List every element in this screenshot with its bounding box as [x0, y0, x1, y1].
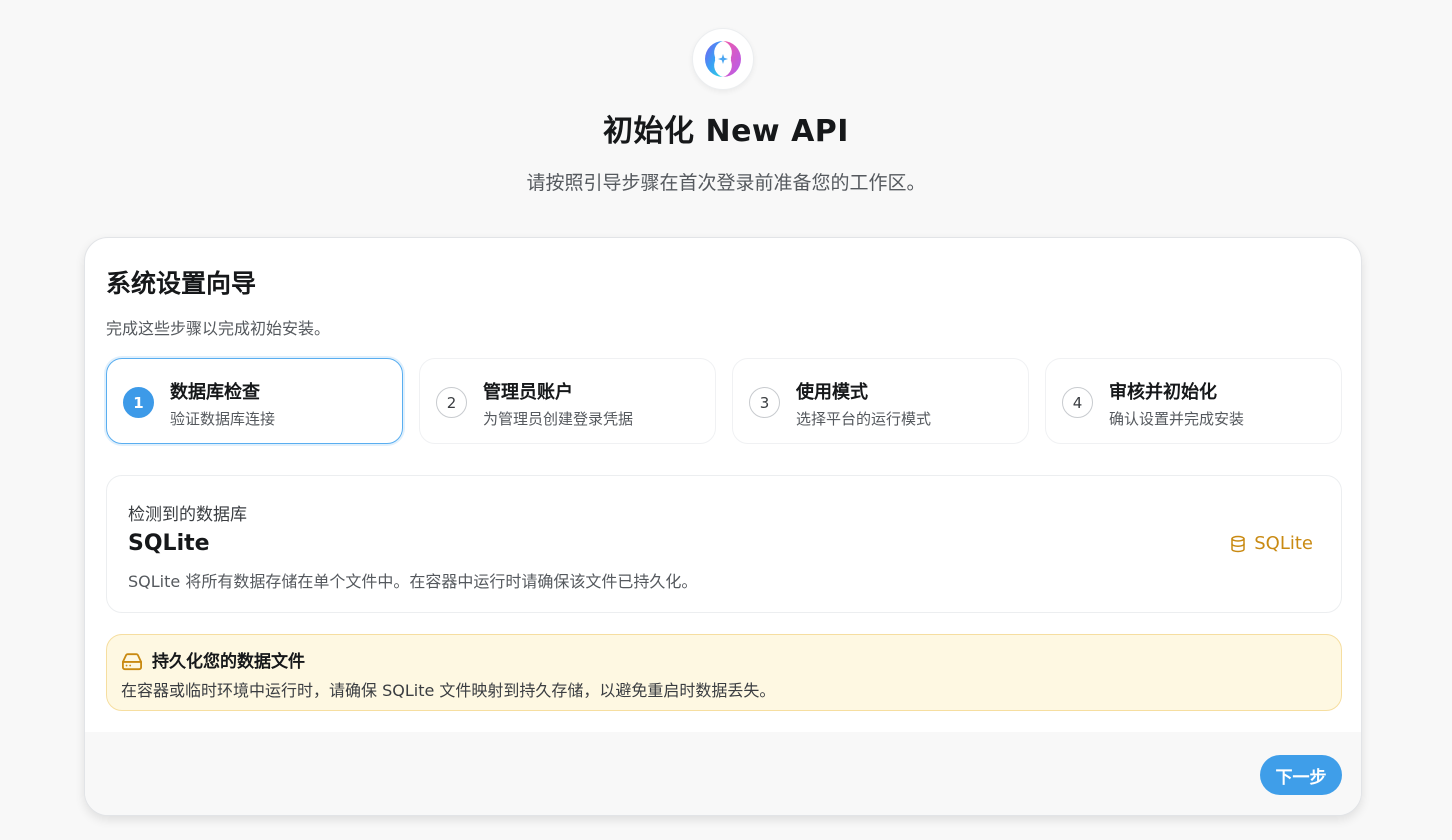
step-usage-mode[interactable]: 3 使用模式 选择平台的运行模式: [732, 358, 1029, 444]
database-name: SQLite: [128, 531, 210, 556]
step-review-initialize[interactable]: 4 审核并初始化 确认设置并完成安装: [1045, 358, 1342, 444]
step-subtitle: 为管理员创建登录凭据: [483, 410, 634, 428]
database-description: SQLite 将所有数据存储在单个文件中。在容器中运行时请确保该文件已持久化。: [128, 572, 698, 591]
new-api-logo-icon: [705, 41, 741, 77]
step-subtitle: 选择平台的运行模式: [796, 410, 932, 428]
database-type-badge: SQLite: [1229, 533, 1313, 554]
step-number: 1: [123, 387, 154, 418]
wizard-footer: 下一步: [85, 732, 1361, 815]
database-badge-label: SQLite: [1254, 533, 1313, 554]
wizard-title: 系统设置向导: [106, 269, 257, 298]
app-logo: [692, 28, 754, 90]
detected-database-panel: 检测到的数据库 SQLite SQLite 将所有数据存储在单个文件中。在容器中…: [106, 475, 1342, 613]
wizard-steps: 1 数据库检查 验证数据库连接 2 管理员账户 为管理员创建登录凭据 3 使用模…: [106, 358, 1342, 444]
setup-wizard-card: 系统设置向导 完成这些步骤以完成初始安装。 1 数据库检查 验证数据库连接 2 …: [84, 237, 1362, 816]
persistence-notice: 持久化您的数据文件 在容器或临时环境中运行时，请确保 SQLite 文件映射到持…: [106, 634, 1342, 711]
step-subtitle: 验证数据库连接: [170, 410, 276, 428]
notice-title: 持久化您的数据文件: [152, 652, 305, 672]
database-label: 检测到的数据库: [128, 505, 247, 525]
next-step-button[interactable]: 下一步: [1260, 755, 1342, 795]
step-database-check[interactable]: 1 数据库检查 验证数据库连接: [106, 358, 403, 444]
step-number: 4: [1062, 387, 1093, 418]
page-title: 初始化 New API: [603, 114, 849, 149]
wizard-description: 完成这些步骤以完成初始安装。: [106, 319, 331, 338]
page-subtitle: 请按照引导步骤在首次登录前准备您的工作区。: [526, 172, 926, 194]
step-number: 2: [436, 387, 467, 418]
notice-text: 在容器或临时环境中运行时，请确保 SQLite 文件映射到持久存储，以避免重启时…: [121, 681, 776, 700]
step-number: 3: [749, 387, 780, 418]
database-icon: [1231, 535, 1245, 552]
step-title: 使用模式: [796, 382, 868, 403]
step-title: 管理员账户: [483, 382, 573, 403]
step-admin-account[interactable]: 2 管理员账户 为管理员创建登录凭据: [419, 358, 716, 444]
step-title: 数据库检查: [170, 382, 260, 403]
step-subtitle: 确认设置并完成安装: [1109, 410, 1245, 428]
hard-drive-icon: [122, 653, 142, 671]
step-title: 审核并初始化: [1109, 382, 1217, 403]
